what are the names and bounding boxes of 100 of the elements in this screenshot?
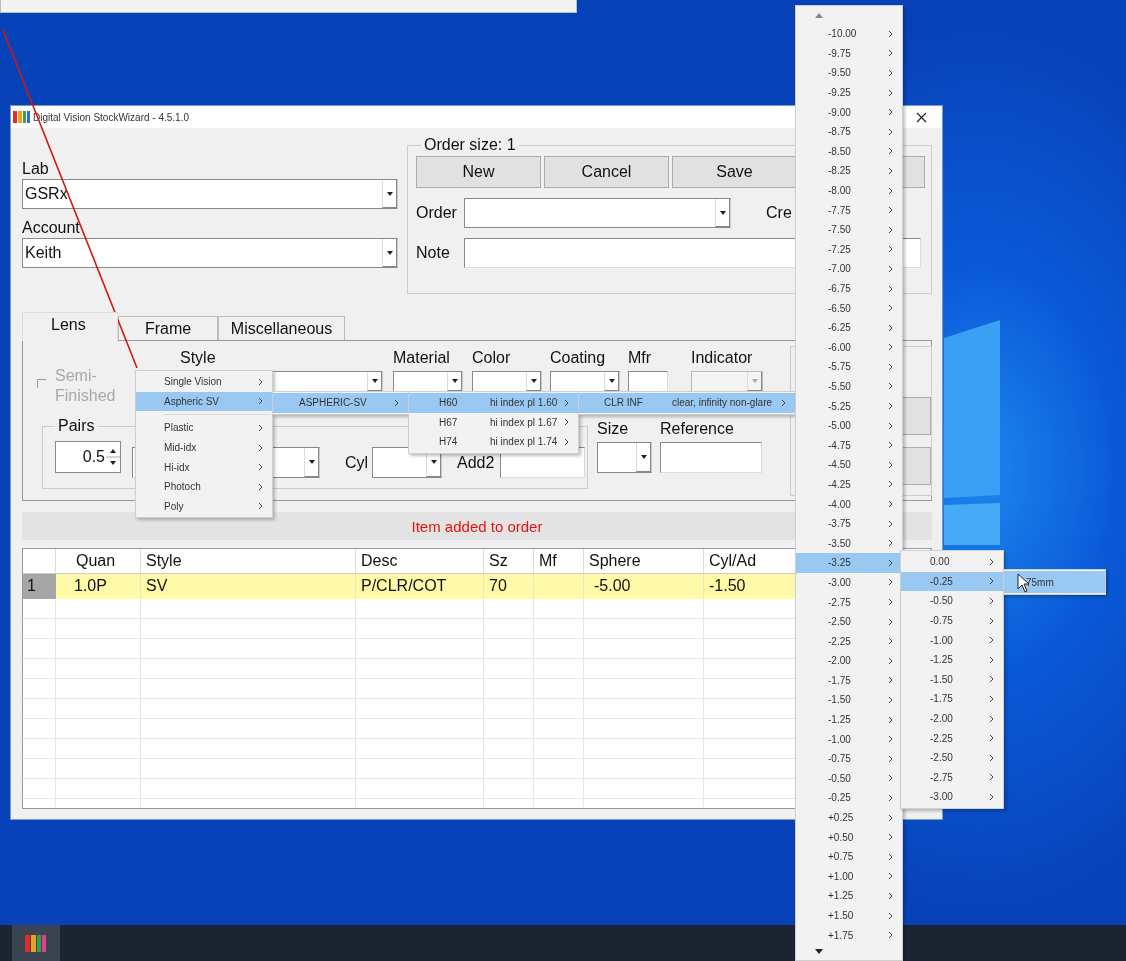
menu-item[interactable]: -1.00 (796, 729, 902, 749)
semi-finished-label: Semi-Finished (55, 366, 117, 406)
menu-item[interactable]: -3.25 (796, 553, 902, 573)
tab[interactable]: Miscellaneous (218, 316, 345, 341)
account-dropdown[interactable]: Keith (22, 238, 398, 268)
menu-item[interactable]: -6.00 (796, 337, 902, 358)
menu-item[interactable]: ASPHERIC-SV (273, 393, 408, 413)
menu-item[interactable]: -2.25 (796, 631, 902, 651)
menu-item[interactable]: -1.75 (796, 670, 902, 691)
tab[interactable]: Frame (118, 316, 218, 341)
menu-item[interactable]: -2.75 (901, 767, 1003, 788)
menu-item[interactable]: -4.75 (796, 435, 902, 456)
size-dropdown[interactable] (597, 442, 652, 473)
dropdown-arrow-icon (371, 379, 378, 383)
menu-item[interactable]: -9.25 (796, 82, 902, 103)
input-field[interactable] (628, 371, 668, 392)
column-label: Indicator (691, 348, 754, 368)
app-taskbar-button[interactable] (12, 925, 60, 961)
menu-item[interactable]: -0.50 (796, 768, 902, 789)
menu-item[interactable]: -7.50 (796, 219, 902, 240)
menu-item[interactable]: -7.00 (796, 259, 902, 279)
dropdown-arrow-icon (751, 379, 758, 383)
menu-item[interactable]: -1.25 (901, 649, 1003, 670)
menu-item[interactable]: -4.50 (796, 455, 902, 475)
menu-item[interactable]: -9.50 (796, 63, 902, 83)
dropdown-arrow-icon (530, 379, 537, 383)
menu-item[interactable]: Hi-idx (136, 457, 272, 477)
menu-item[interactable]: -2.50 (796, 611, 902, 632)
menu-item[interactable]: +1.75 (796, 925, 902, 945)
menu-item[interactable]: -7.25 (796, 239, 902, 260)
menu-item[interactable]: -3.75 (796, 513, 902, 534)
menu-item[interactable]: -1.50 (796, 690, 902, 710)
column-label: Style (179, 348, 217, 368)
menu-item[interactable]: -1.50 (901, 669, 1003, 690)
pairs-spinner[interactable]: 0.5 (55, 441, 121, 473)
menu-item[interactable]: -1.75 (901, 689, 1003, 709)
dropdown-arrow-icon (608, 379, 615, 383)
menu-item[interactable]: -2.25 (901, 728, 1003, 748)
menu-item[interactable]: -9.75 (796, 43, 902, 64)
menu-item[interactable]: -4.00 (796, 494, 902, 514)
menu-item[interactable]: 75mm (1004, 571, 1105, 593)
menu-item[interactable]: +0.25 (796, 807, 902, 828)
menu-item[interactable]: Plastic (136, 418, 272, 438)
tab[interactable]: Lens (22, 312, 118, 341)
menu-item[interactable]: -4.25 (796, 474, 902, 495)
menu-item[interactable]: H74 hi index pl 1.74 (409, 432, 578, 452)
dropdown-arrow-icon (451, 379, 458, 383)
menu-item[interactable]: H67 hi index pl 1.67 (409, 412, 578, 433)
menu-item[interactable]: -3.50 (796, 533, 902, 554)
menu-item[interactable]: 0.00 (901, 552, 1003, 572)
menu-item[interactable]: -5.75 (796, 357, 902, 377)
menu-item[interactable]: +0.75 (796, 846, 902, 867)
menu-item[interactable]: -3.00 (796, 572, 902, 593)
menu-item[interactable]: -5.00 (796, 415, 902, 436)
menu-item[interactable]: -6.75 (796, 278, 902, 299)
menu-item[interactable]: -1.00 (901, 630, 1003, 650)
menu-item[interactable]: -10.00 (796, 24, 902, 44)
menu-item[interactable]: -2.50 (901, 747, 1003, 768)
menu-item[interactable]: -2.00 (796, 651, 902, 671)
menu-item[interactable]: -5.50 (796, 376, 902, 397)
menu-item[interactable]: +1.00 (796, 866, 902, 887)
menu-item[interactable]: -3.00 (901, 787, 1003, 807)
menu-item[interactable]: -0.75 (796, 748, 902, 769)
menu-item[interactable]: -8.00 (796, 180, 902, 201)
menu-item[interactable]: -8.50 (796, 141, 902, 162)
dropdown-field[interactable] (550, 371, 620, 392)
menu-item[interactable]: H60 hi index pl 1.60 (409, 393, 578, 413)
column-label: Color (472, 348, 512, 368)
order-dropdown[interactable] (464, 198, 731, 228)
order-button[interactable]: Cancel (544, 156, 669, 188)
menu-item[interactable]: -9.00 (796, 102, 902, 122)
menu-item[interactable]: -2.00 (901, 708, 1003, 729)
menu-item[interactable]: Aspheric SV (136, 391, 272, 412)
order-button[interactable]: Save (672, 156, 797, 188)
menu-item[interactable]: +0.50 (796, 827, 902, 847)
dropdown-field[interactable] (393, 371, 463, 392)
menu-item[interactable]: -0.75 (901, 610, 1003, 631)
menu-item[interactable]: +1.25 (796, 886, 902, 906)
menu-item[interactable]: -0.25 (901, 571, 1003, 592)
scroll-up-icon[interactable] (815, 13, 823, 18)
reference-field[interactable] (660, 442, 762, 473)
close-icon[interactable] (916, 111, 927, 123)
menu-item[interactable]: -8.25 (796, 161, 902, 181)
menu-item[interactable]: Photoch (136, 476, 272, 497)
menu-item[interactable]: Mid-idx (136, 437, 272, 458)
menu-item[interactable]: Poly (136, 496, 272, 517)
menu-item[interactable]: +1.50 (796, 905, 902, 926)
scroll-down-icon[interactable] (815, 949, 823, 954)
menu-item[interactable]: -1.25 (796, 709, 902, 730)
menu-item[interactable]: -6.25 (796, 317, 902, 338)
lab-dropdown[interactable]: GSRx (22, 179, 398, 209)
menu-item[interactable]: -5.25 (796, 396, 902, 416)
dropdown-field[interactable] (472, 371, 542, 392)
menu-item[interactable]: Single Vision (136, 372, 272, 392)
order-button[interactable]: New (416, 156, 541, 188)
menu-item[interactable]: -7.75 (796, 200, 902, 220)
menu-item[interactable]: -8.75 (796, 121, 902, 142)
menu-item[interactable]: -6.50 (796, 298, 902, 318)
menu-item[interactable]: -0.25 (796, 788, 902, 808)
menu-item[interactable]: CLR INF clear, infinity non-glare (579, 393, 795, 413)
